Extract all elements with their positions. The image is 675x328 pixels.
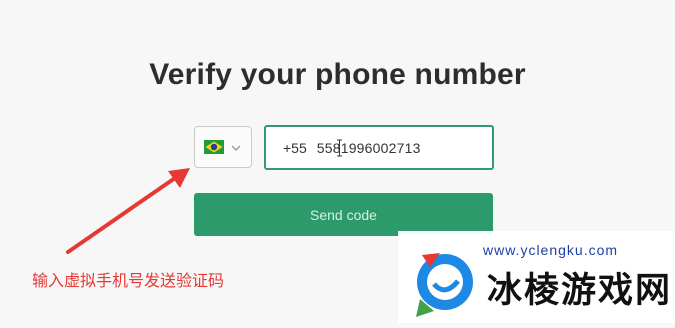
phone-number-input[interactable]: +55 5581996002713 [264,125,494,170]
flag-brazil-icon [204,140,224,154]
page-title: Verify your phone number [149,58,526,91]
send-code-button[interactable]: Send code [194,193,493,236]
verify-phone-page: Verify your phone number +55 55819960027… [0,0,675,323]
watermark-logo-icon [406,243,486,323]
watermark-brand: 冰棱游戏网 [487,271,673,311]
phone-number-value: 5581996002713 [316,139,421,156]
chevron-down-icon [230,141,242,153]
annotation-text: 输入虚拟手机号发送验证码 [32,271,225,290]
watermark-url: www.yclengku.com [483,242,619,258]
text-cursor-icon [336,139,343,157]
country-code: +55 [283,139,307,156]
country-select[interactable] [194,126,252,168]
